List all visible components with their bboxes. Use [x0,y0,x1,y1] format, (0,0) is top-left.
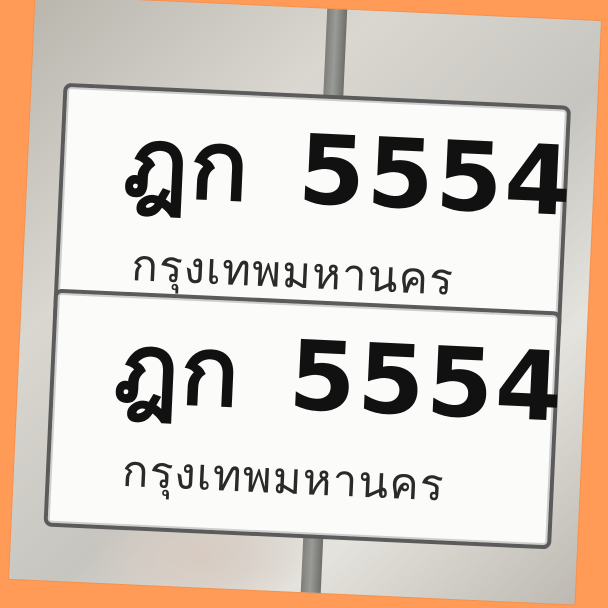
license-plate-lower: ฎก 5554 กรุงเทพมหานคร [43,288,567,550]
plate-registration: ฎก 5554 [112,308,567,448]
photo-frame: ฎก 5554 กรุงเทพมหานคร ฎก 5554 กรุงเทพมหานค… [0,0,608,608]
plate-letters: ฎก [112,311,244,430]
plate-registration: ฎก 5554 [121,102,576,242]
license-plate-photo: ฎก 5554 กรุงเทพมหานคร ฎก 5554 กรุงเทพมหานค… [9,0,601,605]
plate-letters: ฎก [121,105,254,224]
plate-province: กรุงเทพมหานคร [120,445,446,512]
plate-number: 5554 [286,319,567,444]
plate-number: 5554 [295,113,576,238]
